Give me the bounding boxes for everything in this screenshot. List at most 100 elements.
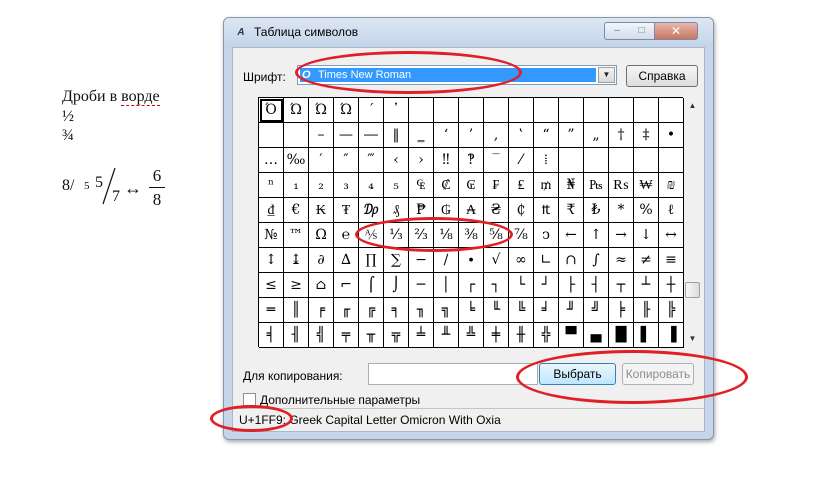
character-cell[interactable]: ₮ bbox=[334, 198, 359, 223]
character-cell[interactable]: ₠ bbox=[409, 173, 434, 198]
character-cell[interactable]: ∩ bbox=[559, 248, 584, 273]
character-cell[interactable]: ╤ bbox=[334, 323, 359, 348]
character-cell[interactable]: ╗ bbox=[434, 298, 459, 323]
character-cell[interactable]: ₯ bbox=[359, 198, 384, 223]
character-cell[interactable]: → bbox=[609, 223, 634, 248]
character-cell[interactable]: ╚ bbox=[509, 298, 534, 323]
character-cell[interactable]: ― bbox=[359, 123, 384, 148]
character-cell[interactable]: ⌠ bbox=[359, 273, 384, 298]
character-cell[interactable] bbox=[484, 98, 509, 123]
grid-scrollbar[interactable]: ▲ ▼ bbox=[684, 97, 701, 347]
character-cell[interactable]: ╧ bbox=[409, 323, 434, 348]
character-cell[interactable]: ₢ bbox=[459, 173, 484, 198]
character-cell[interactable]: • bbox=[659, 123, 684, 148]
character-cell[interactable]: ║ bbox=[284, 298, 309, 323]
character-cell[interactable]: — bbox=[334, 123, 359, 148]
character-cell[interactable]: ╜ bbox=[559, 298, 584, 323]
character-cell[interactable]: ₄ bbox=[359, 173, 384, 198]
character-cell[interactable]: ▀ bbox=[559, 323, 584, 348]
character-cell[interactable]: ₺ bbox=[584, 198, 609, 223]
character-cell[interactable]: √ bbox=[484, 248, 509, 273]
character-cell[interactable]: ≥ bbox=[284, 273, 309, 298]
select-button[interactable]: Выбрать bbox=[539, 363, 616, 385]
character-cell[interactable]: ₣ bbox=[484, 173, 509, 198]
character-cell[interactable]: ↕ bbox=[259, 248, 284, 273]
character-cell[interactable]: ─ bbox=[409, 273, 434, 298]
character-cell[interactable]: ≈ bbox=[609, 248, 634, 273]
character-cell[interactable]: ┴ bbox=[634, 273, 659, 298]
character-cell[interactable]: ₅ bbox=[384, 173, 409, 198]
character-cell[interactable]: ∂ bbox=[309, 248, 334, 273]
character-cell[interactable]: ’ bbox=[459, 123, 484, 148]
character-cell[interactable]: € bbox=[284, 198, 309, 223]
character-cell[interactable]: ℮ bbox=[334, 223, 359, 248]
character-cell[interactable]: ∙ bbox=[459, 248, 484, 273]
character-cell[interactable] bbox=[609, 98, 634, 123]
character-cell[interactable]: ₃ bbox=[334, 173, 359, 198]
character-cell[interactable]: ₂ bbox=[309, 173, 334, 198]
character-cell[interactable]: ╫ bbox=[509, 323, 534, 348]
character-cell[interactable] bbox=[634, 148, 659, 173]
character-cell[interactable]: ┐ bbox=[484, 273, 509, 298]
character-cell[interactable]: ┼ bbox=[659, 273, 684, 298]
character-cell[interactable]: ‴ bbox=[359, 148, 384, 173]
character-cell[interactable] bbox=[659, 148, 684, 173]
character-cell[interactable]: ℓ bbox=[659, 198, 684, 223]
character-cell[interactable]: ₰ bbox=[384, 198, 409, 223]
character-cell[interactable]: Ώ bbox=[334, 98, 359, 123]
character-cell[interactable]: ┌ bbox=[459, 273, 484, 298]
character-cell[interactable]: ╢ bbox=[284, 323, 309, 348]
character-cell[interactable]: █ bbox=[609, 323, 634, 348]
font-dropdown[interactable]: O Times New Roman ▼ bbox=[297, 65, 617, 85]
character-cell[interactable]: ┘ bbox=[534, 273, 559, 298]
character-cell[interactable]: ₁ bbox=[284, 173, 309, 198]
character-cell[interactable]: ╒ bbox=[309, 298, 334, 323]
character-cell[interactable]: ╖ bbox=[409, 298, 434, 323]
character-cell[interactable]: – bbox=[309, 123, 334, 148]
character-cell[interactable]: ⁄ bbox=[509, 148, 534, 173]
character-cell[interactable]: Ώ bbox=[284, 98, 309, 123]
character-cell[interactable]: ↨ bbox=[284, 248, 309, 273]
character-cell[interactable]: ″ bbox=[334, 148, 359, 173]
character-cell[interactable]: Ώ bbox=[309, 98, 334, 123]
character-cell[interactable] bbox=[584, 148, 609, 173]
character-cell[interactable]: ⅓ bbox=[384, 223, 409, 248]
character-cell[interactable]: ‰ bbox=[284, 148, 309, 173]
character-cell[interactable]: Ω bbox=[309, 223, 334, 248]
character-cell[interactable]: ⁿ bbox=[259, 173, 284, 198]
character-cell[interactable]: ≤ bbox=[259, 273, 284, 298]
maximize-button[interactable]: □ bbox=[629, 22, 655, 40]
character-cell[interactable]: ↓ bbox=[634, 223, 659, 248]
character-cell[interactable] bbox=[409, 98, 434, 123]
character-cell[interactable]: ┤ bbox=[584, 273, 609, 298]
character-cell[interactable]: ‗ bbox=[409, 123, 434, 148]
character-cell[interactable]: Ό bbox=[259, 98, 284, 123]
close-button[interactable]: ✕ bbox=[654, 22, 698, 40]
character-cell[interactable]: ↑ bbox=[584, 223, 609, 248]
character-cell[interactable]: ∆ bbox=[334, 248, 359, 273]
character-cell[interactable]: ╦ bbox=[384, 323, 409, 348]
character-cell[interactable]: ∑ bbox=[384, 248, 409, 273]
character-cell[interactable]: … bbox=[259, 148, 284, 173]
character-cell[interactable] bbox=[284, 123, 309, 148]
character-cell[interactable]: ′ bbox=[309, 148, 334, 173]
character-cell[interactable]: ₪ bbox=[659, 173, 684, 198]
character-cell[interactable]: „ bbox=[584, 123, 609, 148]
character-cell[interactable]: └ bbox=[509, 273, 534, 298]
character-cell[interactable]: ╩ bbox=[459, 323, 484, 348]
character-cell[interactable]: ₦ bbox=[559, 173, 584, 198]
character-cell[interactable] bbox=[434, 98, 459, 123]
character-cell[interactable]: ╘ bbox=[459, 298, 484, 323]
character-cell[interactable]: ‘ bbox=[434, 123, 459, 148]
character-cell[interactable]: ╨ bbox=[434, 323, 459, 348]
character-cell[interactable]: │ bbox=[434, 273, 459, 298]
character-cell[interactable]: ╝ bbox=[584, 298, 609, 323]
character-cell[interactable]: ‽ bbox=[459, 148, 484, 173]
character-cell[interactable]: ← bbox=[559, 223, 584, 248]
character-cell[interactable]: ┬ bbox=[609, 273, 634, 298]
character-cell[interactable]: № bbox=[259, 223, 284, 248]
character-cell[interactable]: * bbox=[609, 198, 634, 223]
character-cell[interactable]: ⅛ bbox=[434, 223, 459, 248]
character-cell[interactable]: › bbox=[409, 148, 434, 173]
character-cell[interactable]: ⅜ bbox=[459, 223, 484, 248]
